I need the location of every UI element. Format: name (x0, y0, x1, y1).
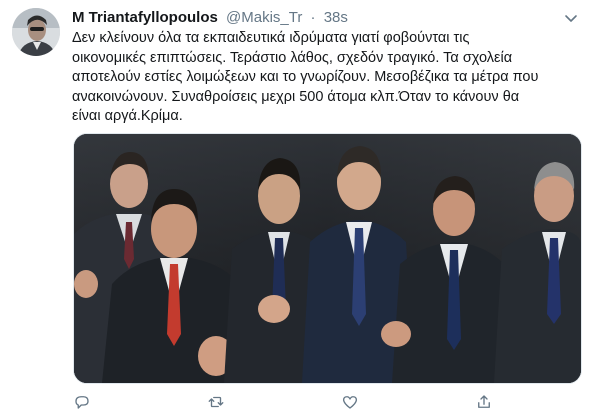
tweet-time[interactable]: 38s (324, 9, 348, 26)
avatar-image (12, 8, 60, 56)
tweet-header: M Triantafyllopoulos @Makis_Tr · 38s (72, 8, 348, 28)
tweet: M Triantafyllopoulos @Makis_Tr · 38s Δεν… (0, 0, 599, 420)
author-name[interactable]: M Triantafyllopoulos (72, 9, 218, 26)
reply-icon[interactable] (73, 393, 95, 415)
tweet-text: Δεν κλείνουν όλα τα εκπαιδευτικά ιδρύματ… (72, 29, 592, 127)
tweet-text-line: είναι αργά.Κρίμα. (72, 108, 183, 125)
separator: · (310, 9, 316, 26)
chevron-down-icon[interactable] (563, 10, 579, 26)
photo-collage (74, 134, 581, 383)
avatar[interactable] (12, 8, 60, 56)
tweet-actions (73, 393, 580, 415)
retweet-icon[interactable] (207, 393, 229, 415)
tweet-text-line: ανακοινώνουν. Συναθροίσεις μεχρι 500 άτο… (72, 88, 520, 105)
tweet-text-line: οικονομικές επιπτώσεις. Τεράστιο λάθος, … (72, 49, 513, 66)
author-handle[interactable]: @Makis_Tr (226, 9, 302, 26)
tweet-text-line: Δεν κλείνουν όλα τα εκπαιδευτικά ιδρύματ… (72, 30, 470, 46)
share-icon[interactable] (475, 393, 497, 415)
tweet-photo[interactable] (73, 133, 582, 384)
heart-icon[interactable] (341, 393, 363, 415)
tweet-text-line: αποτελούν εστίες λοιμώξεων και το γνωρίζ… (72, 69, 539, 86)
